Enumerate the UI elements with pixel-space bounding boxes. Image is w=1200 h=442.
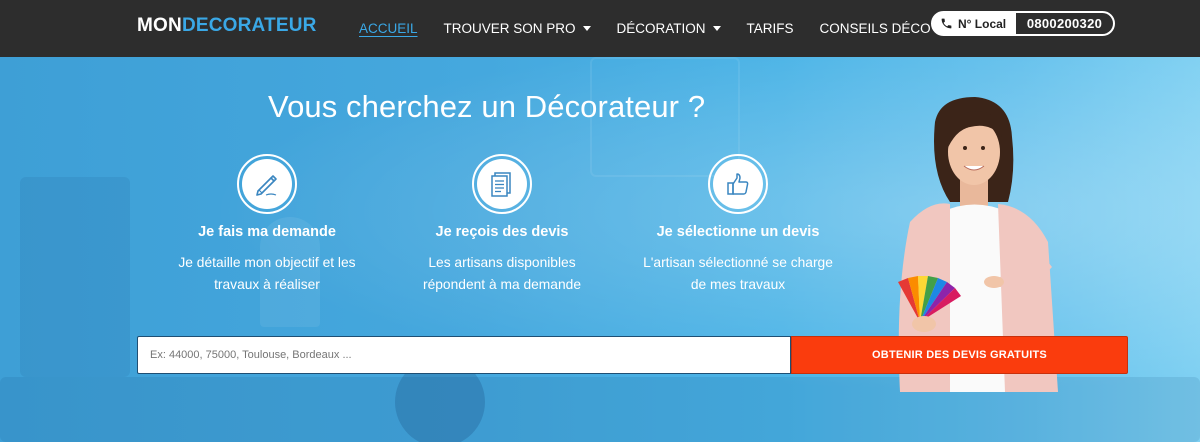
document-icon [491, 172, 511, 197]
step-receive-quotes: Je reçois des devis Les artisans disponi… [387, 154, 617, 296]
nav-item-conseils-deco[interactable]: CONSEILS DÉCO [820, 21, 931, 36]
step-description: Je détaille mon objectif et les travaux … [152, 252, 382, 296]
step-icon-ring [708, 154, 768, 214]
step-description: Les artisans disponibles répondent à ma … [387, 252, 617, 296]
logo-part-decorateur: DECORATEUR [181, 15, 317, 36]
top-navbar: MONDECORATEUR ACCUEIL TROUVER SON PRO DÉ… [0, 0, 1200, 57]
nav-item-trouver-son-pro[interactable]: TROUVER SON PRO [444, 21, 591, 36]
logo-part-mon: MON [137, 15, 182, 36]
step-icon-disc [477, 159, 527, 209]
location-search-input[interactable] [137, 336, 791, 374]
step-title: Je fais ma demande [198, 224, 336, 240]
caret-down-icon [582, 26, 591, 31]
phone-badge[interactable]: N° Local 0800200320 [931, 11, 1115, 36]
thumbs-up-icon [727, 173, 749, 195]
get-free-quotes-button[interactable]: OBTENIR DES DEVIS GRATUITS [791, 336, 1128, 374]
nav-item-decoration[interactable]: DÉCORATION [617, 21, 721, 36]
background-shelf [20, 177, 130, 377]
step-make-request: Je fais ma demande Je détaille mon objec… [152, 154, 382, 296]
step-description-line: travaux à réaliser [214, 277, 320, 292]
hero-section: Vous cherchez un Décorateur ? Je fais ma… [0, 57, 1200, 442]
step-icon-disc [713, 159, 763, 209]
step-description-line: Les artisans disponibles [428, 255, 576, 270]
step-icon-disc [242, 159, 292, 209]
nav-item-label: TARIFS [746, 21, 794, 36]
step-description: L'artisan sélectionné se charge de mes t… [623, 252, 853, 296]
phone-icon [941, 18, 952, 29]
step-description-line: de mes travaux [690, 277, 786, 292]
step-title: Je sélectionne un devis [656, 224, 820, 240]
nav-item-accueil[interactable]: ACCUEIL [359, 21, 418, 36]
caret-down-icon [712, 26, 721, 31]
nav-item-label: DÉCORATION [616, 21, 706, 36]
main-nav: ACCUEIL TROUVER SON PRO DÉCORATION TARIF… [359, 0, 957, 57]
nav-item-label: TROUVER SON PRO [443, 21, 576, 36]
step-icon-ring [237, 154, 297, 214]
step-description-line: Je détaille mon objectif et les [178, 255, 356, 270]
hero-title: Vous cherchez un Décorateur ? [268, 89, 706, 124]
phone-label-block: N° Local [932, 12, 1016, 35]
step-select-quote: Je sélectionne un devis L'artisan sélect… [623, 154, 853, 296]
nav-item-tarifs[interactable]: TARIFS [747, 21, 794, 36]
step-title: Je reçois des devis [435, 224, 569, 240]
phone-number[interactable]: 0800200320 [1016, 13, 1113, 34]
step-description-line: répondent à ma demande [422, 277, 581, 292]
step-description-line: L'artisan sélectionné se charge [643, 255, 833, 270]
nav-item-label: ACCUEIL [359, 21, 418, 36]
phone-label: N° Local [958, 16, 1007, 31]
step-icon-ring [472, 154, 532, 214]
site-logo[interactable]: MONDECORATEUR [137, 15, 317, 37]
nav-item-label: CONSEILS DÉCO [819, 21, 931, 36]
pencil-icon [256, 175, 277, 196]
